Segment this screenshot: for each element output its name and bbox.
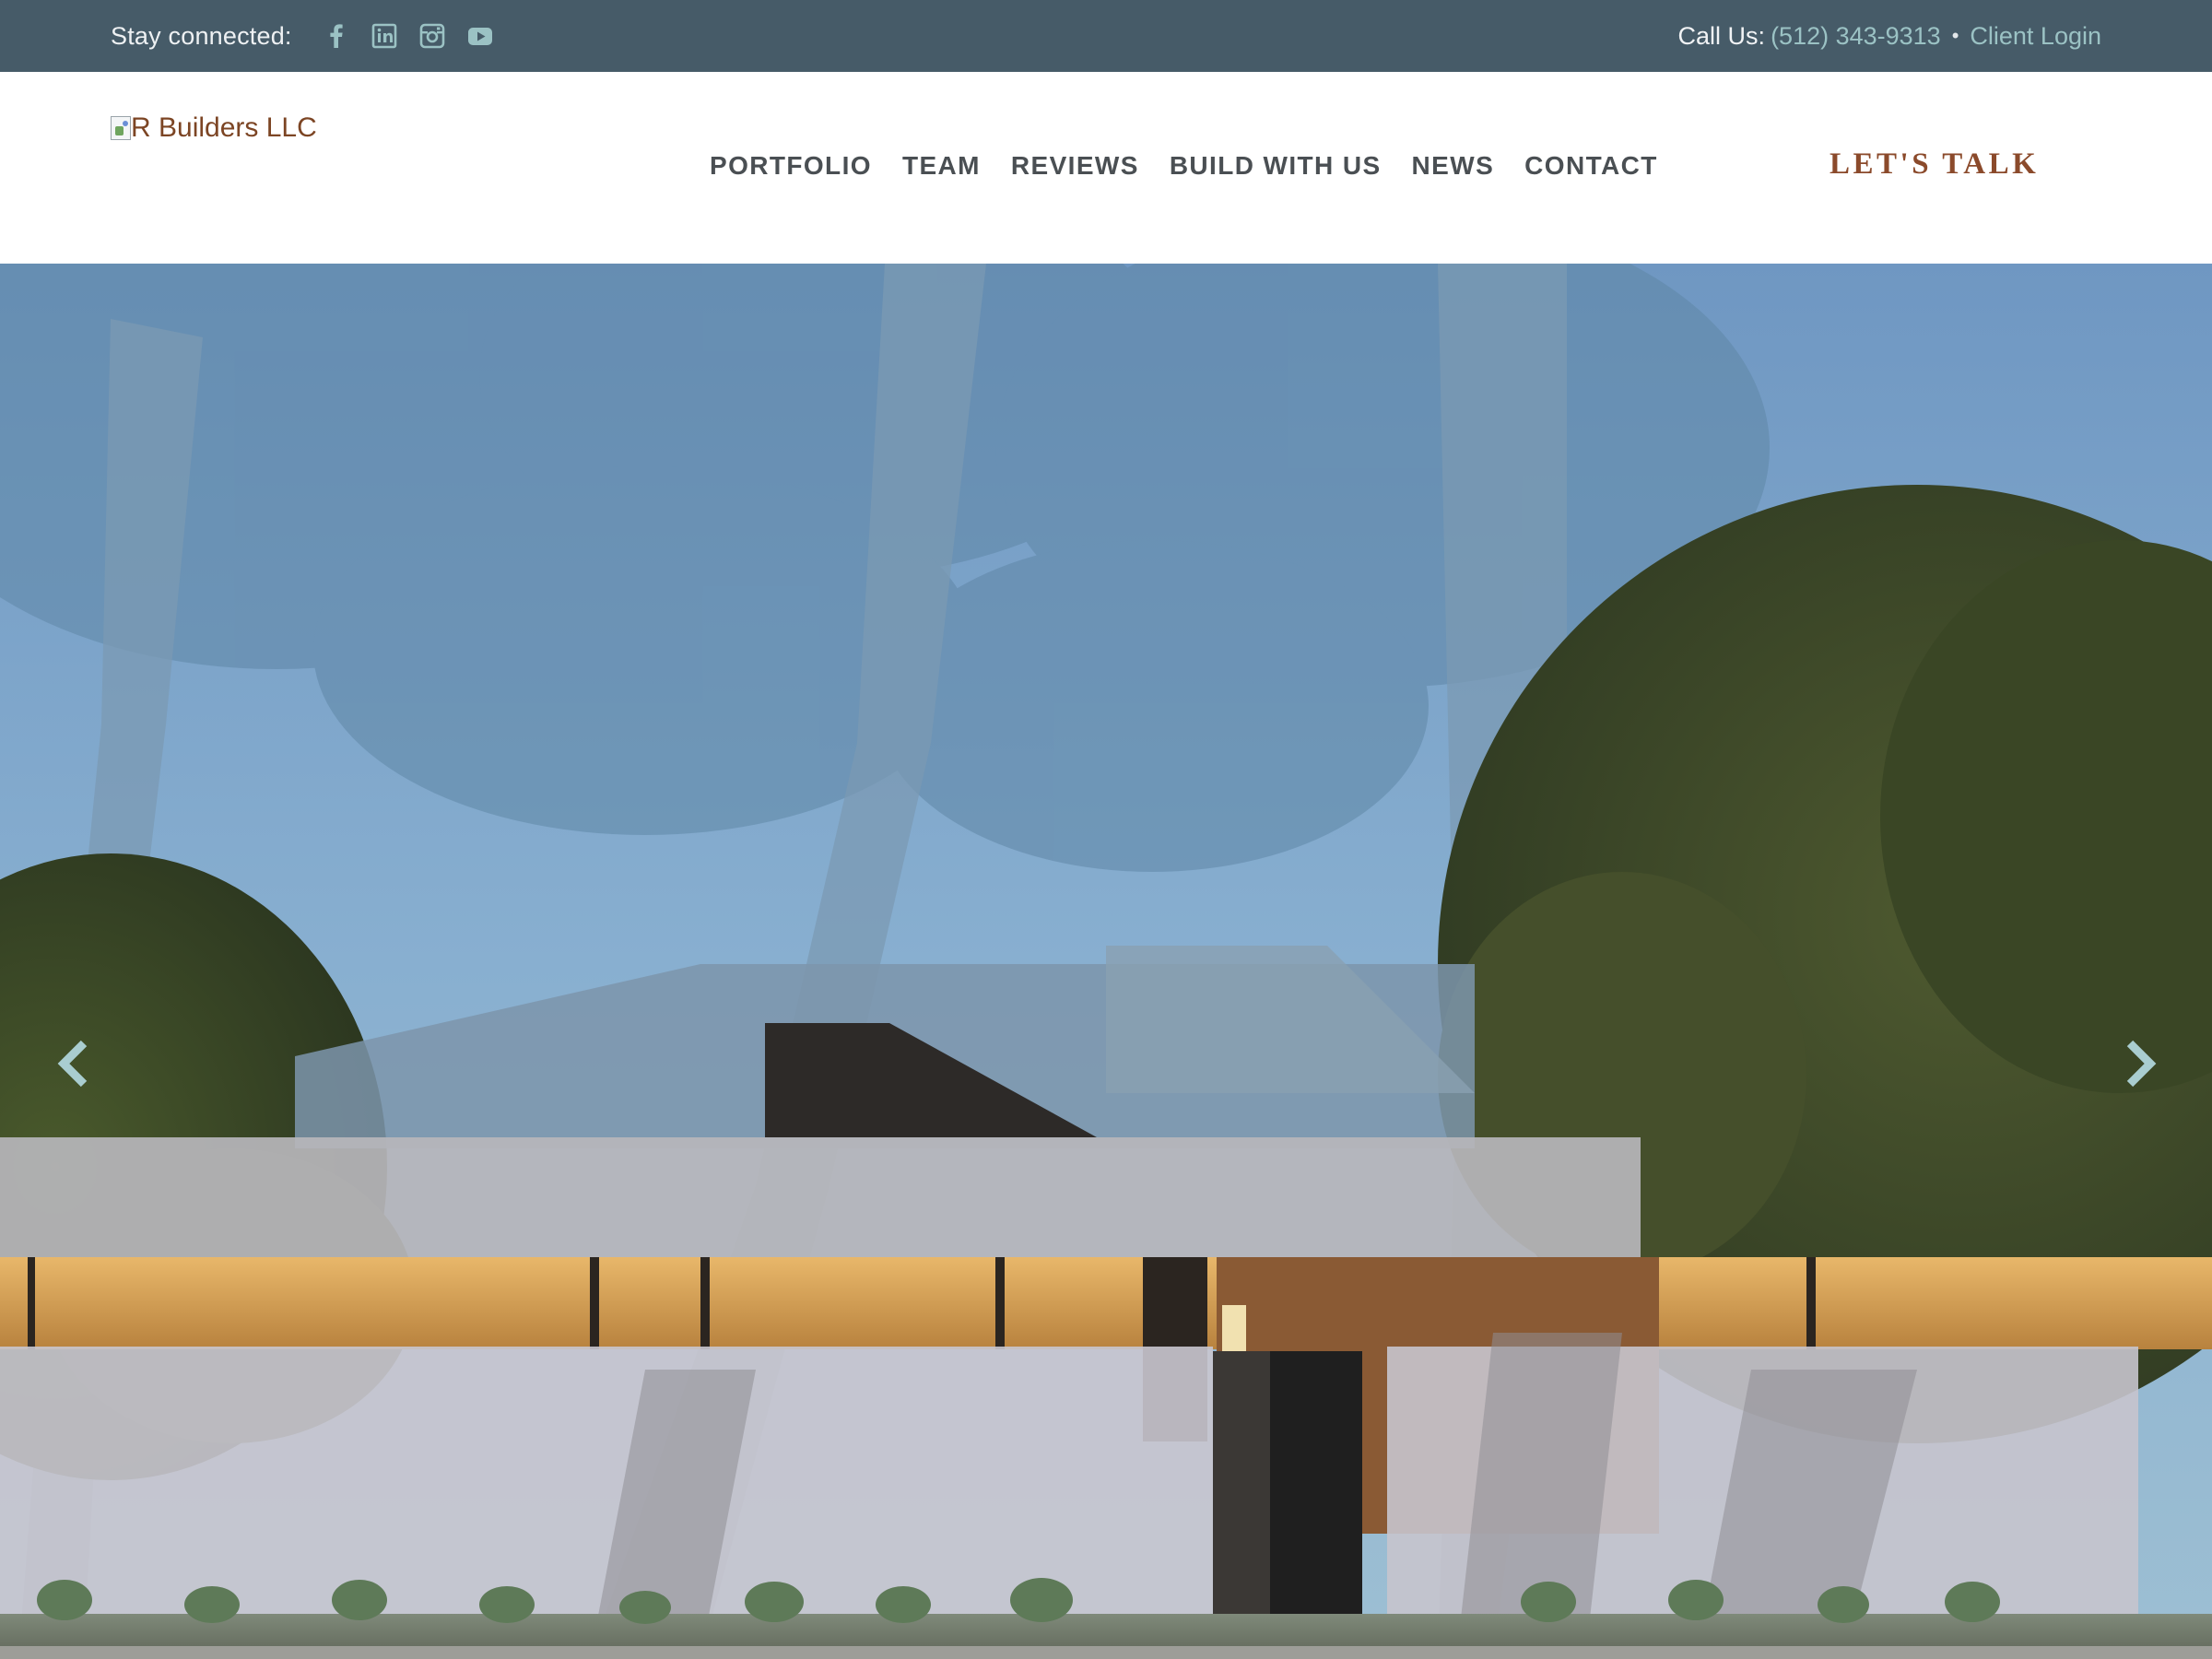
- separator-dot: •: [1951, 24, 1959, 47]
- slider-prev-button[interactable]: [50, 1036, 100, 1091]
- nav-portfolio[interactable]: PORTFOLIO: [710, 151, 872, 181]
- instagram-icon[interactable]: [418, 22, 446, 50]
- logo-alt-text: R Builders LLC: [131, 112, 317, 143]
- chevron-right-icon: [2126, 1040, 2157, 1088]
- nav-news[interactable]: NEWS: [1412, 151, 1495, 181]
- contact-section: Call Us: (512) 343-9313 • Client Login: [1678, 22, 2101, 51]
- broken-image-icon: [111, 116, 131, 140]
- client-login-link[interactable]: Client Login: [1970, 22, 2101, 51]
- nav-team[interactable]: TEAM: [902, 151, 981, 181]
- top-bar: Stay connected: Call Us: (512) 343-9313 …: [0, 0, 2212, 72]
- nav-contact[interactable]: CONTACT: [1524, 151, 1658, 181]
- nav-build-with-us[interactable]: BUILD WITH US: [1170, 151, 1382, 181]
- site-header: R Builders LLC PORTFOLIO TEAM REVIEWS BU…: [0, 72, 2212, 264]
- nav-reviews[interactable]: REVIEWS: [1011, 151, 1139, 181]
- call-us-label: Call Us:: [1677, 21, 1766, 50]
- stay-connected-label: Stay connected:: [111, 21, 292, 50]
- linkedin-icon[interactable]: [371, 22, 398, 50]
- hero-slider: [0, 264, 2212, 1659]
- logo[interactable]: R Builders LLC: [111, 112, 317, 144]
- phone-link[interactable]: (512) 343-9313: [1771, 22, 1941, 51]
- hero-image: [0, 264, 2212, 1659]
- social-links: [312, 22, 504, 50]
- main-nav: PORTFOLIO TEAM REVIEWS BUILD WITH US NEW…: [710, 151, 1688, 181]
- lets-talk-button[interactable]: LET'S TALK: [1830, 147, 2039, 182]
- facebook-icon[interactable]: [323, 22, 350, 50]
- slider-next-button[interactable]: [2114, 1036, 2164, 1091]
- social-section: Stay connected:: [111, 22, 504, 51]
- youtube-icon[interactable]: [466, 22, 494, 50]
- chevron-left-icon: [57, 1040, 88, 1088]
